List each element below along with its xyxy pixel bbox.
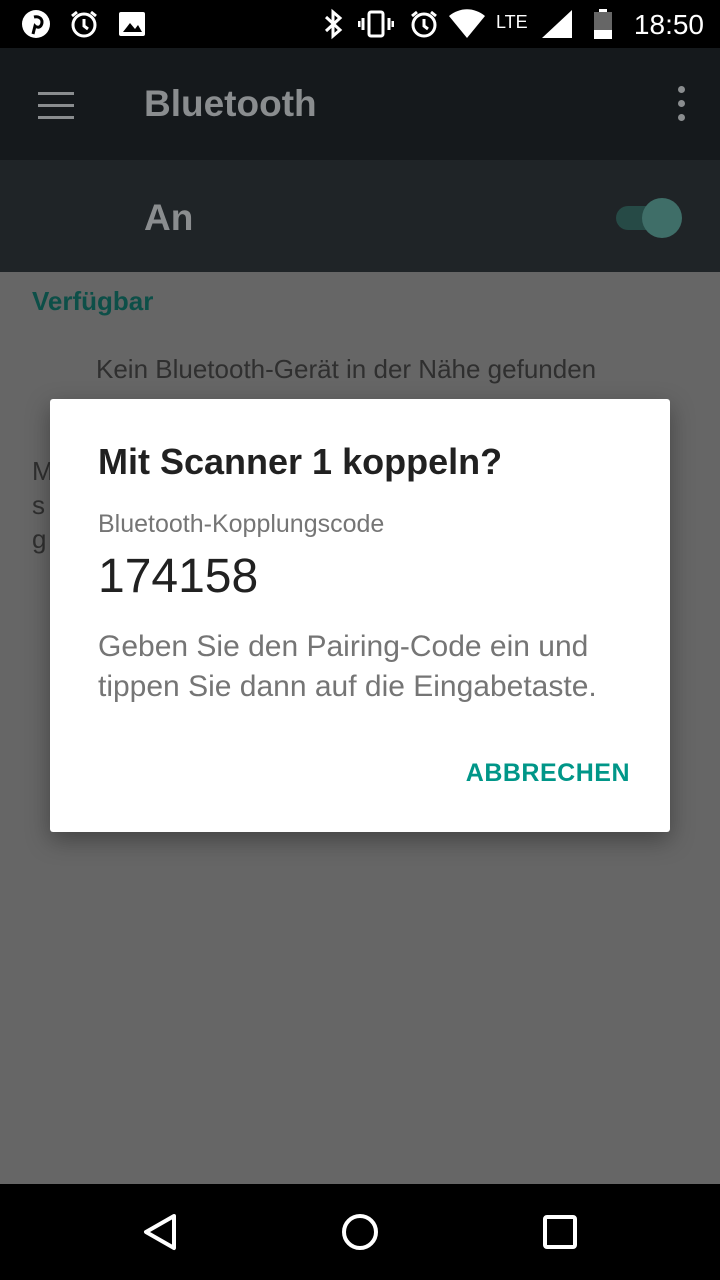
navigation-bar [0, 1184, 720, 1280]
wifi-icon [448, 8, 486, 40]
clock: 18:50 [633, 9, 704, 40]
page-title: Bluetooth [144, 83, 317, 124]
dialog-title: Mit Scanner 1 koppeln? [98, 441, 503, 482]
bluetooth-toggle[interactable] [614, 198, 684, 238]
vibrate-icon [358, 8, 394, 40]
recents-icon[interactable] [540, 1212, 580, 1252]
menu-icon[interactable] [38, 92, 74, 120]
alarm-icon [68, 8, 100, 40]
cancel-button[interactable]: ABBRECHEN [466, 759, 630, 788]
alarm-icon-2 [408, 8, 440, 40]
dialog-message: Geben Sie den Pairing-Code ein und tippe… [98, 630, 597, 703]
status-bar: LTE 18:50 [0, 0, 720, 48]
bluetooth-switch-bar[interactable]: An [0, 160, 720, 272]
battery-icon [592, 8, 614, 40]
more-options-icon[interactable] [676, 86, 686, 122]
image-icon [116, 8, 148, 40]
back-icon[interactable] [140, 1212, 180, 1252]
pairing-dialog: Mit Scanner 1 koppeln? Bluetooth-Kopplun… [50, 399, 670, 832]
app-bar: Bluetooth [0, 48, 720, 160]
pairing-code-label: Bluetooth-Kopplungscode [98, 510, 385, 538]
bluetooth-icon [320, 8, 348, 40]
empty-state-text: Kein Bluetooth-Gerät in der Nähe gefunde… [96, 354, 597, 384]
home-icon[interactable] [340, 1212, 380, 1252]
network-type-label: LTE [496, 11, 528, 32]
pairing-code: 174158 [98, 550, 259, 603]
signal-icon [540, 8, 574, 40]
pinterest-icon [20, 8, 52, 40]
section-header-available: Verfügbar [32, 286, 154, 316]
switch-label: An [144, 197, 194, 238]
